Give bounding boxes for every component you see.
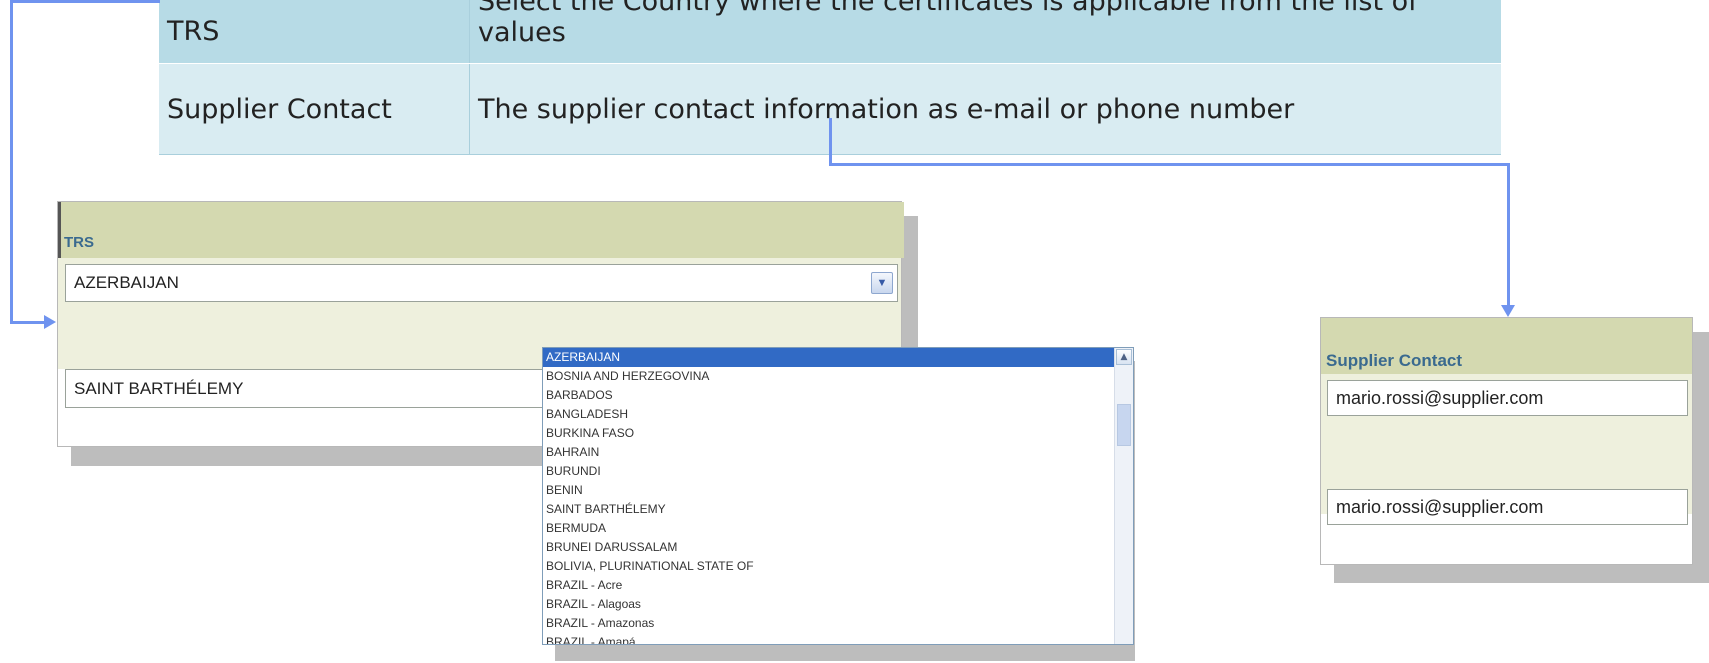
supplier-contact-input[interactable]: mario.rossi@supplier.com xyxy=(1327,380,1688,416)
trs-country-select[interactable]: AZERBAIJAN ▼ xyxy=(65,264,898,302)
connector-sc-horizontal xyxy=(829,163,1510,166)
arrow-right-icon xyxy=(44,315,56,329)
country-option[interactable]: BARBADOS xyxy=(543,386,1133,405)
chevron-up-icon[interactable]: ▲ xyxy=(1116,349,1132,365)
connector-trs-vertical xyxy=(10,0,13,323)
country-option[interactable]: SAINT BARTHÉLEMY xyxy=(543,500,1133,519)
supplier-panel-header: Supplier Contact xyxy=(1321,318,1692,374)
scrollbar-thumb[interactable] xyxy=(1117,404,1131,446)
arrow-down-icon xyxy=(1501,305,1515,317)
country-option[interactable]: BURKINA FASO xyxy=(543,424,1133,443)
country-option[interactable]: BANGLADESH xyxy=(543,405,1133,424)
supplier-contact-second-value: mario.rossi@supplier.com xyxy=(1336,496,1544,517)
trs-label: TRS xyxy=(64,234,94,251)
country-option[interactable]: BURUNDI xyxy=(543,462,1133,481)
country-option[interactable]: BRAZIL - Amapá xyxy=(543,633,1133,644)
country-option[interactable]: BOLIVIA, PLURINATIONAL STATE OF xyxy=(543,557,1133,576)
trs-panel-header: TRS xyxy=(58,202,904,258)
description-supplier-contact: The supplier contact information as e-ma… xyxy=(478,93,1295,125)
trs-select-value: AZERBAIJAN xyxy=(74,273,179,292)
country-options: AZERBAIJAN BOSNIA AND HERZEGOVINA BARBADOS… xyxy=(543,348,1133,644)
table-row-trs: TRS Select the Country where the certifi… xyxy=(159,0,1501,64)
supplier-contact-value: mario.rossi@supplier.com xyxy=(1336,387,1544,408)
country-option[interactable]: BRUNEI DARUSSALAM xyxy=(543,538,1133,557)
term-trs: TRS xyxy=(167,16,220,47)
trs-second-value: SAINT BARTHÉLEMY xyxy=(74,378,244,398)
supplier-contact-panel: Supplier Contact mario.rossi@supplier.co… xyxy=(1320,317,1693,565)
country-option[interactable]: BENIN xyxy=(543,481,1133,500)
supplier-contact-saved-field: mario.rossi@supplier.com xyxy=(1327,489,1688,525)
country-option[interactable]: BAHRAIN xyxy=(543,443,1133,462)
country-option[interactable]: BRAZIL - Acre xyxy=(543,576,1133,595)
country-option[interactable]: BRAZIL - Amazonas xyxy=(543,614,1133,633)
description-trs: Select the Country where the certificate… xyxy=(478,0,1418,48)
dropdown-scrollbar[interactable]: ▲ xyxy=(1114,348,1133,644)
country-option[interactable]: BOSNIA AND HERZEGOVINA xyxy=(543,367,1133,386)
connector-trs-top xyxy=(10,0,160,3)
connector-trs-horizontal xyxy=(10,321,46,324)
connector-sc-vertical-1 xyxy=(829,118,832,166)
chevron-down-icon[interactable]: ▼ xyxy=(871,272,893,294)
supplier-contact-label: Supplier Contact xyxy=(1326,351,1463,370)
country-option[interactable]: BERMUDA xyxy=(543,519,1133,538)
term-supplier-contact: Supplier Contact xyxy=(167,93,392,125)
country-option[interactable]: AZERBAIJAN xyxy=(543,348,1133,367)
connector-sc-vertical-2 xyxy=(1507,163,1510,306)
country-option[interactable]: BRAZIL - Alagoas xyxy=(543,595,1133,614)
country-dropdown-list[interactable]: AZERBAIJAN BOSNIA AND HERZEGOVINA BARBADOS… xyxy=(542,347,1134,645)
